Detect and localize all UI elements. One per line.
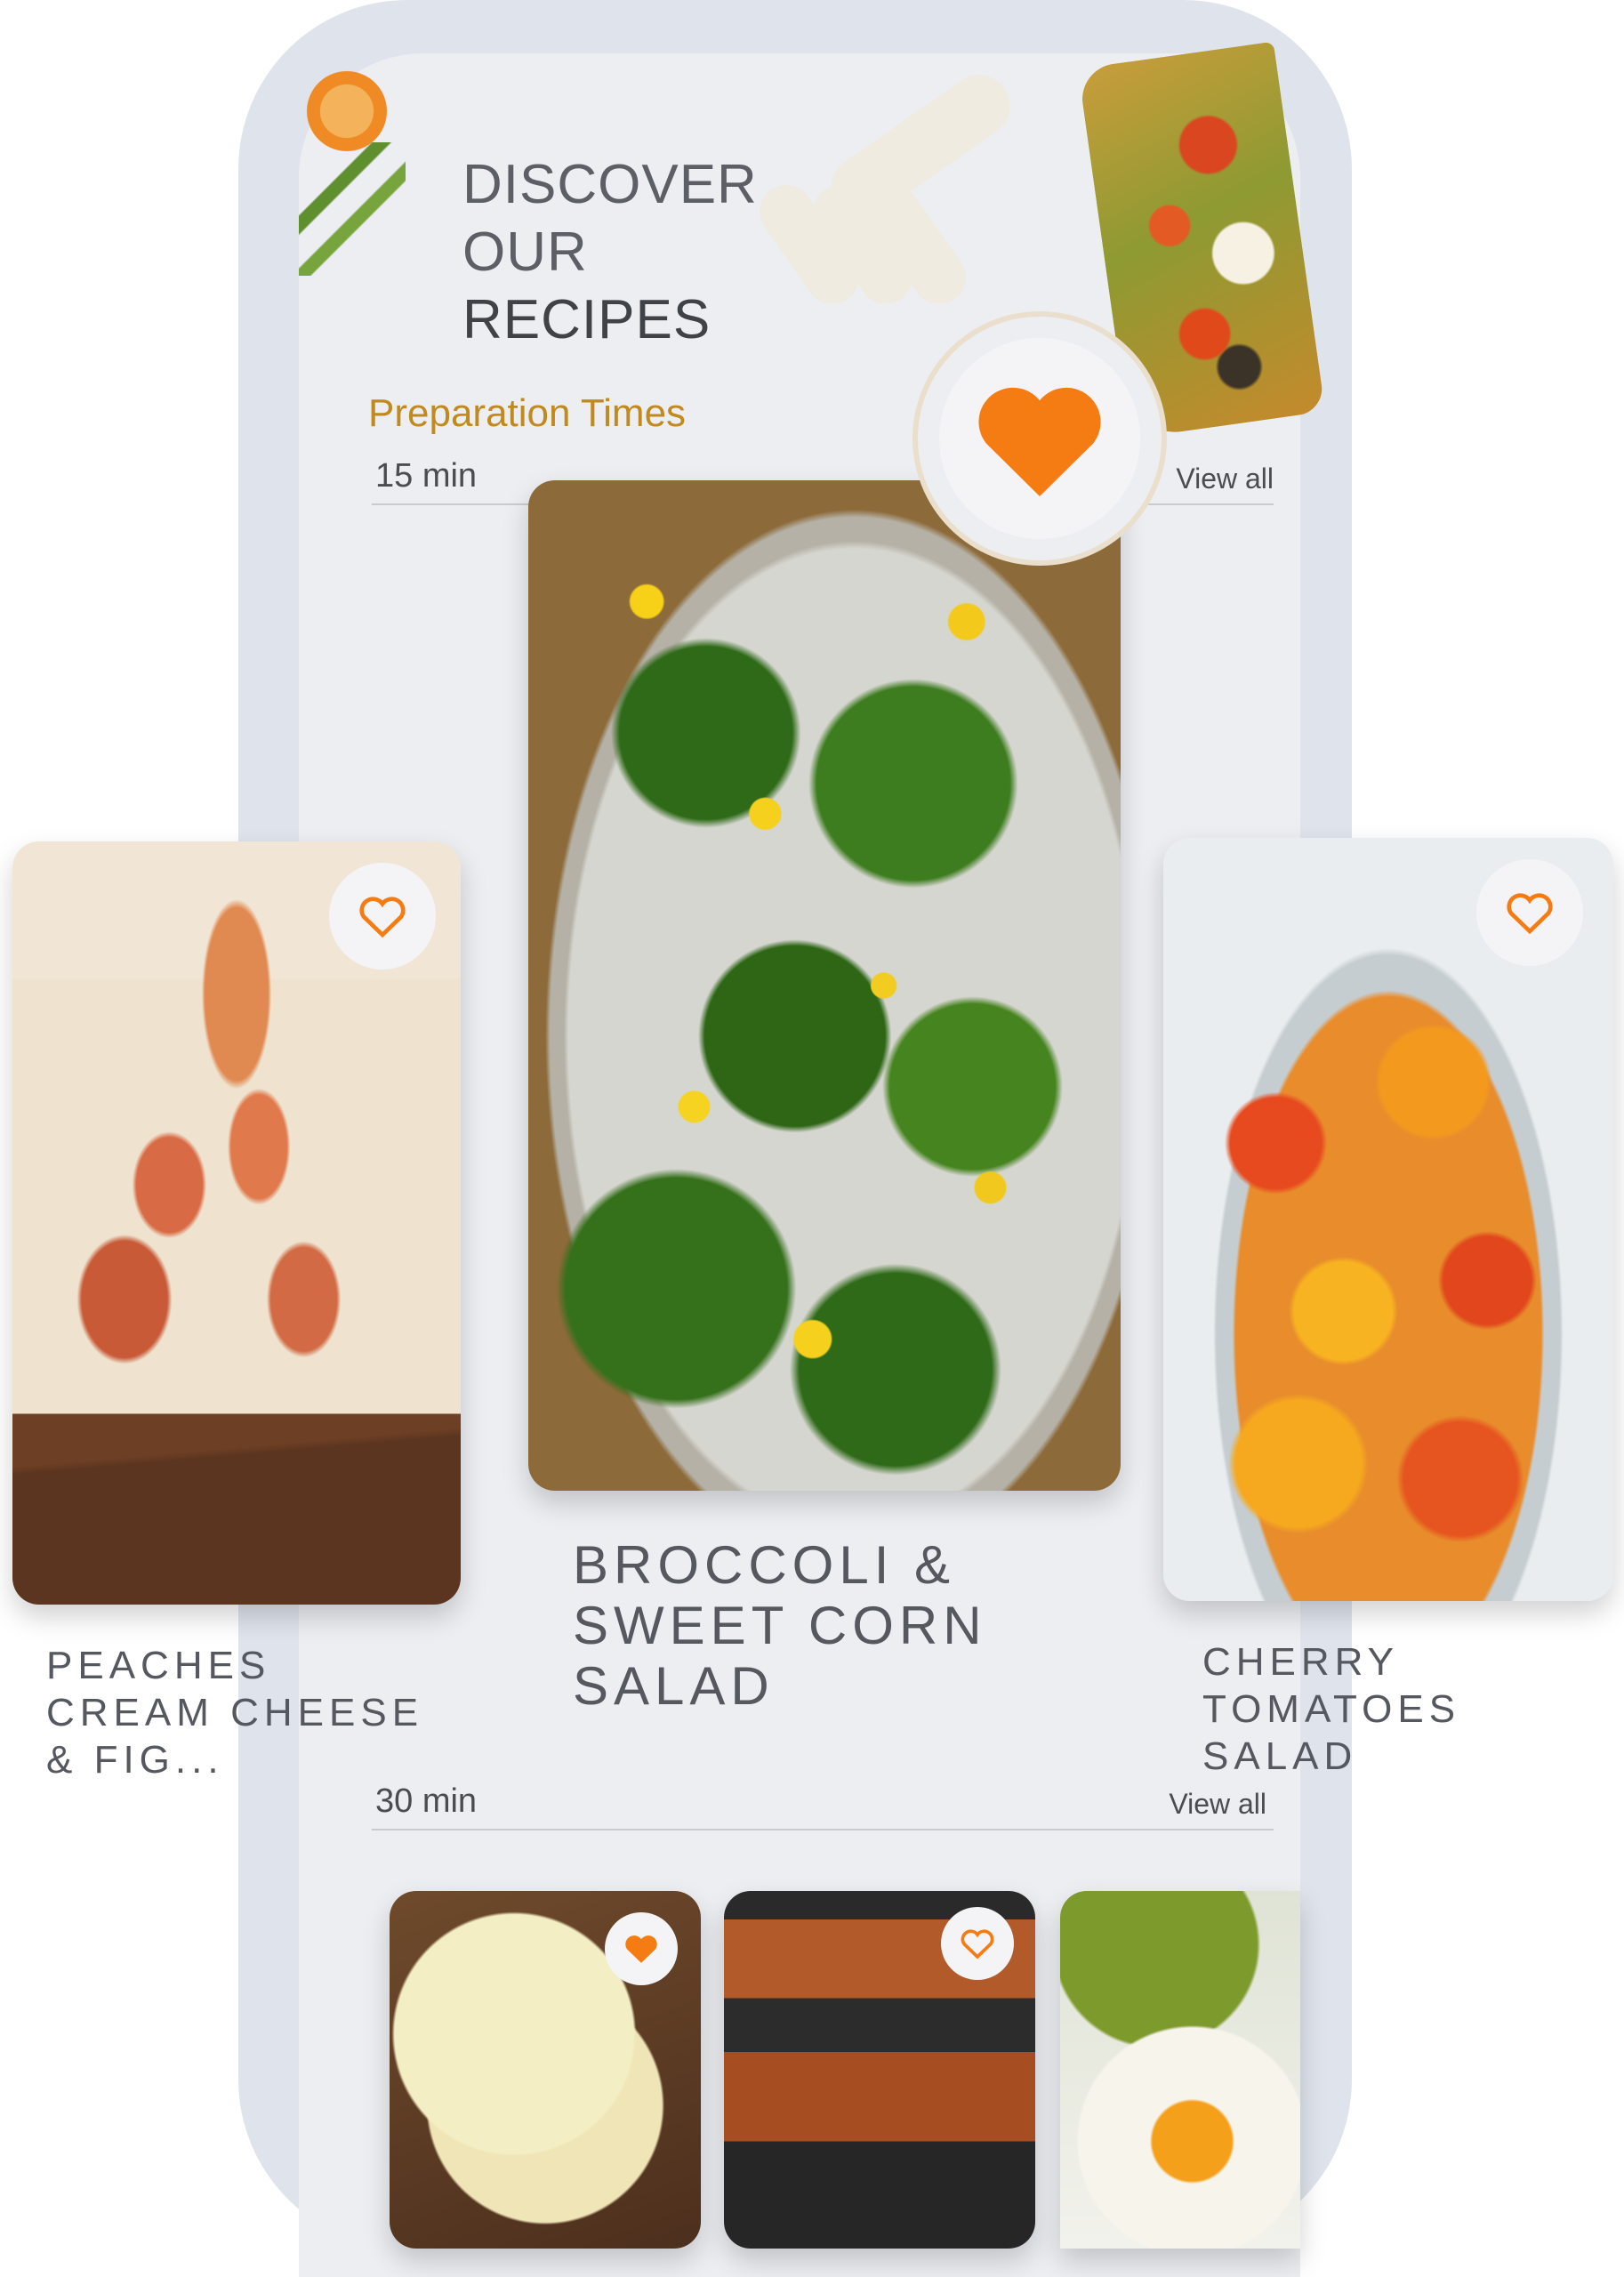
title-line-2: OUR (462, 221, 588, 283)
recipe-name-cherry-tomatoes: CHERRY TOMATOES SALAD (1202, 1640, 1461, 1778)
recipe-name-peaches: PEACHES CREAM CHEESE & FIG... (46, 1644, 424, 1782)
heart-icon (625, 1935, 657, 1963)
honey-dipper-decoration (749, 44, 1049, 338)
heart-outline-icon (1507, 893, 1553, 935)
recipe-name-broccoli-salad: BROCCOLI & SWEET CORN SALAD (573, 1535, 987, 1716)
section-time: 30 min (375, 1782, 478, 1820)
favorite-button[interactable] (329, 863, 436, 970)
title-line-1: DISCOVER (462, 154, 758, 215)
heart-icon (978, 387, 1101, 496)
heart-outline-icon (961, 1929, 994, 1959)
title-line-3: RECIPES (462, 289, 712, 350)
page-title: DISCOVER OUR RECIPES (462, 151, 758, 354)
heart-outline-icon (359, 897, 406, 938)
section-header-30min: 30 min View all (372, 1779, 1274, 1830)
section-time: 15 min (375, 457, 478, 495)
favorite-button[interactable] (605, 1912, 678, 1985)
favorite-button[interactable] (939, 338, 1140, 539)
favorite-button[interactable] (1476, 859, 1583, 966)
asparagus-decoration (299, 142, 406, 276)
favorite-button[interactable] (941, 1907, 1014, 1980)
recipe-card-broccoli-salad[interactable] (528, 480, 1121, 1491)
view-all-link[interactable]: View all (1176, 463, 1274, 495)
recipe-card-egg-pesto[interactable] (1060, 1891, 1300, 2249)
view-all-link[interactable]: View all (1169, 1788, 1266, 1821)
preparation-times-label: Preparation Times (368, 391, 687, 435)
